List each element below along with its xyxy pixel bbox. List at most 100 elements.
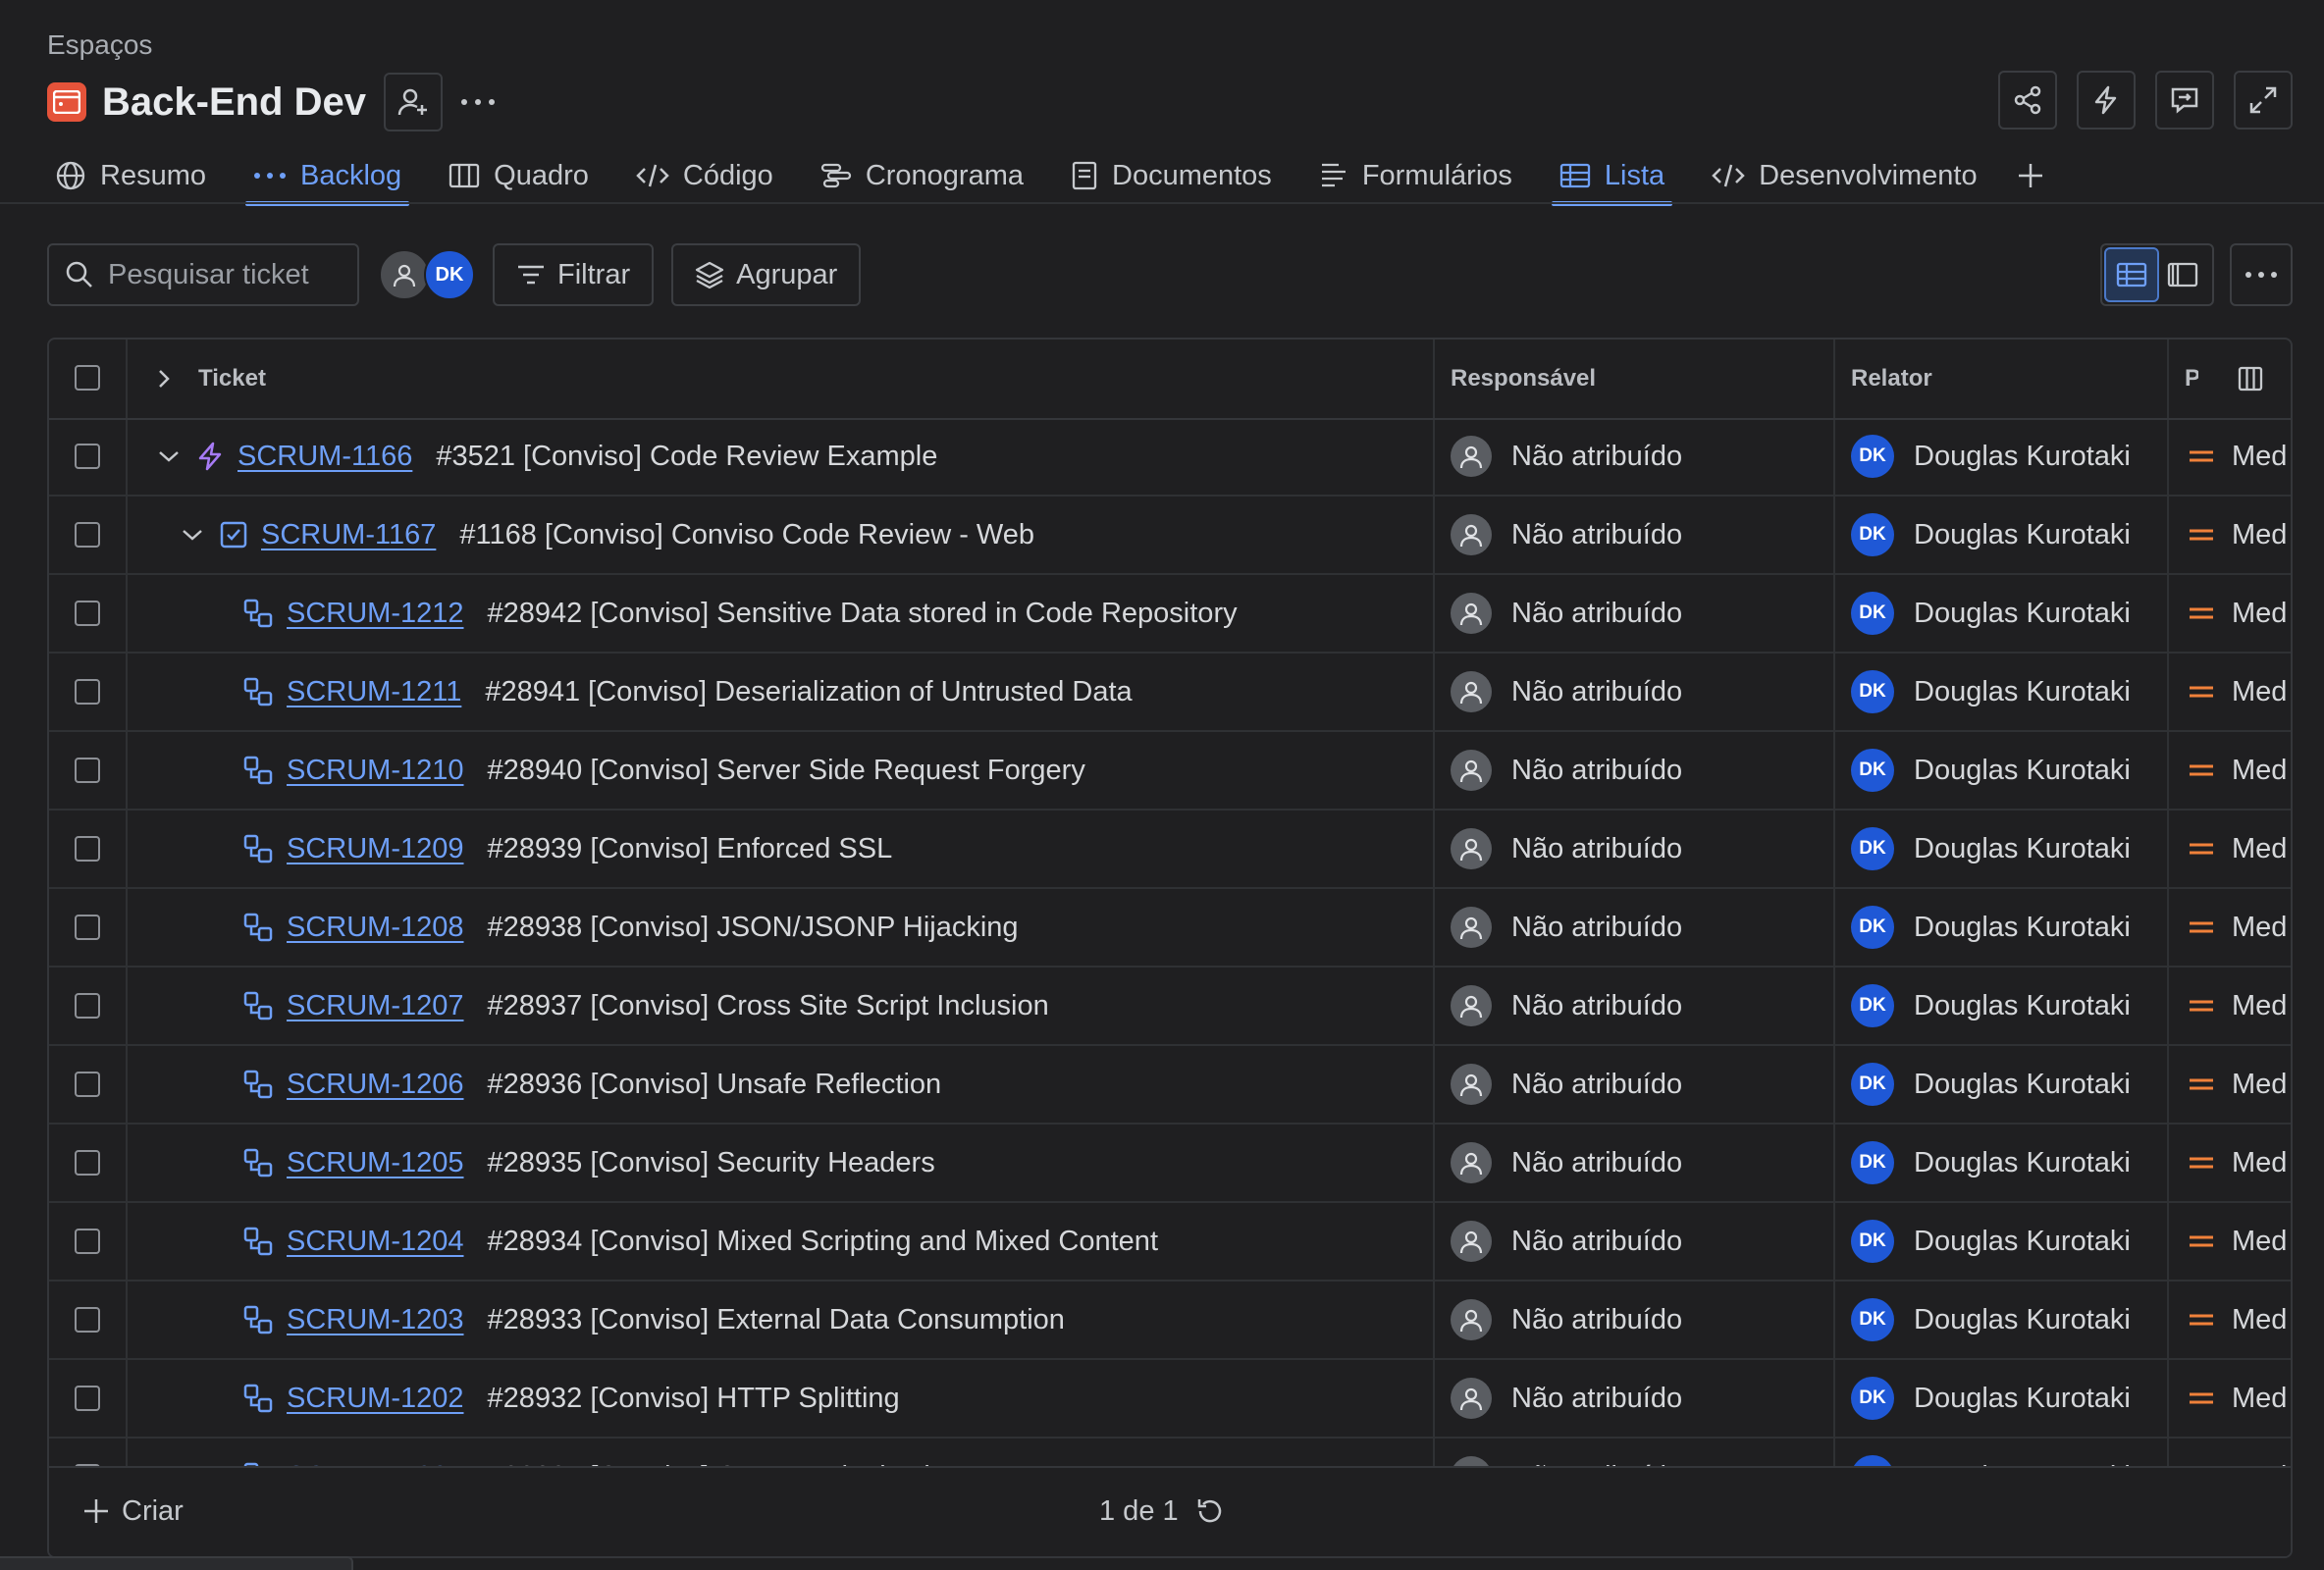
tab-cronograma[interactable]: Cronograma <box>813 147 1031 204</box>
priority-cell[interactable]: Med <box>2189 497 2287 573</box>
column-header-priority[interactable]: P <box>2185 340 2198 418</box>
row-checkbox[interactable] <box>75 915 100 940</box>
select-all-checkbox[interactable] <box>75 365 100 391</box>
row-checkbox[interactable] <box>75 601 100 626</box>
priority-cell[interactable]: Med <box>2189 418 2287 495</box>
row-checkbox[interactable] <box>75 758 100 783</box>
more-options-button[interactable] <box>449 73 507 131</box>
ticket-key-link[interactable]: SCRUM-1205 <box>287 1147 464 1179</box>
ticket-summary[interactable]: #28936 [Conviso] Unsafe Reflection <box>488 1069 942 1101</box>
row-checkbox[interactable] <box>75 1386 100 1411</box>
table-row[interactable]: SCRUM-1208 #28938 [Conviso] JSON/JSONP Hi… <box>49 889 2291 968</box>
ticket-key-link[interactable]: SCRUM-1211 <box>287 676 461 708</box>
ticket-summary[interactable]: #28942 [Conviso] Sensitive Data stored i… <box>488 598 1238 630</box>
column-header-ticket[interactable]: Ticket <box>198 340 266 418</box>
fullscreen-button[interactable] <box>2234 71 2293 130</box>
assignee-cell[interactable]: Não atribuído <box>1451 811 1682 887</box>
reporter-cell[interactable]: DK Douglas Kurotaki <box>1851 1125 2131 1201</box>
priority-cell[interactable]: Med <box>2189 654 2287 730</box>
table-row[interactable]: SCRUM-1206 #28936 [Conviso] Unsafe Reflec… <box>49 1046 2291 1125</box>
table-row[interactable]: SCRUM-1211 #28941 [Conviso] Deserializati… <box>49 654 2291 732</box>
avatar[interactable]: DK <box>424 249 475 300</box>
ticket-summary[interactable]: #28938 [Conviso] JSON/JSONP Hijacking <box>488 912 1019 944</box>
assignee-cell[interactable]: Não atribuído <box>1451 1046 1682 1123</box>
tab-formularios[interactable]: Formulários <box>1311 147 1520 204</box>
priority-cell[interactable]: Med <box>2189 1203 2287 1280</box>
view-more-button[interactable] <box>2230 243 2293 306</box>
reporter-cell[interactable]: DK Douglas Kurotaki <box>1851 811 2131 887</box>
create-button[interactable]: Criar <box>82 1468 184 1554</box>
assignee-cell[interactable]: Não atribuído <box>1451 968 1682 1044</box>
column-header-reporter[interactable]: Relator <box>1851 340 1932 418</box>
ticket-summary[interactable]: #28934 [Conviso] Mixed Scripting and Mix… <box>488 1226 1159 1258</box>
list-view-button[interactable] <box>2104 247 2159 302</box>
reporter-cell[interactable]: DK Douglas Kurotaki <box>1851 418 2131 495</box>
reporter-cell[interactable]: DK Douglas Kurotaki <box>1851 968 2131 1044</box>
row-checkbox[interactable] <box>75 679 100 705</box>
ticket-key-link[interactable]: SCRUM-1210 <box>287 755 464 787</box>
table-row[interactable]: SCRUM-1209 #28939 [Conviso] Enforced SSL N… <box>49 811 2291 889</box>
reporter-cell[interactable]: DK Douglas Kurotaki <box>1851 1046 2131 1123</box>
expand-toggle[interactable] <box>181 497 204 573</box>
reporter-cell[interactable]: DK Douglas Kurotaki <box>1851 889 2131 966</box>
reporter-cell[interactable]: DK Douglas Kurotaki <box>1851 1282 2131 1358</box>
reporter-cell[interactable]: DK Douglas Kurotaki <box>1851 1203 2131 1280</box>
ticket-summary[interactable]: #3521 [Conviso] Code Review Example <box>436 441 937 473</box>
table-row[interactable]: SCRUM-1204 #28934 [Conviso] Mixed Scripti… <box>49 1203 2291 1282</box>
filter-button[interactable]: Filtrar <box>493 243 655 306</box>
group-button[interactable]: Agrupar <box>671 243 862 306</box>
table-row[interactable]: SCRUM-1203 #28933 [Conviso] External Data… <box>49 1282 2291 1360</box>
ticket-key-link[interactable]: SCRUM-1206 <box>287 1069 464 1101</box>
add-tab-button[interactable] <box>2017 147 2044 204</box>
table-row[interactable]: SCRUM-1166 #3521 [Conviso] Code Review Ex… <box>49 418 2291 497</box>
ticket-summary[interactable]: #28939 [Conviso] Enforced SSL <box>488 833 893 865</box>
unassigned-avatar[interactable] <box>379 249 430 300</box>
ticket-key-link[interactable]: SCRUM-1167 <box>261 519 436 551</box>
assignee-cell[interactable]: Não atribuído <box>1451 575 1682 652</box>
reporter-cell[interactable]: DK Douglas Kurotaki <box>1851 575 2131 652</box>
ticket-key-link[interactable]: SCRUM-1209 <box>287 833 464 865</box>
assignee-cell[interactable]: Não atribuído <box>1451 418 1682 495</box>
ticket-key-link[interactable]: SCRUM-1212 <box>287 598 464 630</box>
automation-button[interactable] <box>2077 71 2136 130</box>
expand-toggle[interactable] <box>157 418 181 495</box>
priority-cell[interactable]: Med <box>2189 575 2287 652</box>
column-header-assignee[interactable]: Responsável <box>1451 340 1596 418</box>
assignee-cell[interactable]: Não atribuído <box>1451 654 1682 730</box>
tab-quadro[interactable]: Quadro <box>441 147 597 204</box>
add-member-button[interactable] <box>383 73 443 131</box>
row-checkbox[interactable] <box>75 1072 100 1097</box>
reporter-cell[interactable]: DK Douglas Kurotaki <box>1851 497 2131 573</box>
tab-codigo[interactable]: Código <box>628 147 781 204</box>
row-checkbox[interactable] <box>75 522 100 548</box>
row-checkbox[interactable] <box>75 993 100 1019</box>
ticket-summary[interactable]: #28935 [Conviso] Security Headers <box>488 1147 935 1179</box>
share-button[interactable] <box>1998 71 2057 130</box>
tab-backlog[interactable]: Backlog <box>245 147 410 206</box>
row-checkbox[interactable] <box>75 1307 100 1333</box>
assignee-cell[interactable]: Não atribuído <box>1451 889 1682 966</box>
priority-cell[interactable]: Med <box>2189 1360 2287 1437</box>
reporter-cell[interactable]: DK Douglas Kurotaki <box>1851 732 2131 809</box>
assignee-cell[interactable]: Não atribuído <box>1451 1282 1682 1358</box>
reporter-cell[interactable]: DK Douglas Kurotaki <box>1851 654 2131 730</box>
priority-cell[interactable]: Med <box>2189 811 2287 887</box>
ticket-key-link[interactable]: SCRUM-1208 <box>287 912 464 944</box>
priority-cell[interactable]: Med <box>2189 1125 2287 1201</box>
table-row[interactable]: SCRUM-1207 #28937 [Conviso] Cross Site Sc… <box>49 968 2291 1046</box>
ticket-key-link[interactable]: SCRUM-1202 <box>287 1383 464 1415</box>
ticket-summary[interactable]: #28932 [Conviso] HTTP Splitting <box>488 1383 900 1415</box>
priority-cell[interactable]: Med <box>2189 1282 2287 1358</box>
ticket-key-link[interactable]: SCRUM-1207 <box>287 990 464 1022</box>
assignee-cell[interactable]: Não atribuído <box>1451 1125 1682 1201</box>
assignee-cell[interactable]: Não atribuído <box>1451 1360 1682 1437</box>
feedback-button[interactable] <box>2155 71 2214 130</box>
ticket-summary[interactable]: #28941 [Conviso] Deserialization of Untr… <box>485 676 1132 708</box>
table-row[interactable]: SCRUM-1212 #28942 [Conviso] Sensitive Dat… <box>49 575 2291 654</box>
tab-documentos[interactable]: Documentos <box>1063 147 1280 204</box>
priority-cell[interactable]: Med <box>2189 732 2287 809</box>
column-settings-button[interactable] <box>2238 340 2263 418</box>
priority-cell[interactable]: Med <box>2189 1046 2287 1123</box>
ticket-summary[interactable]: #1168 [Conviso] Conviso Code Review - We… <box>459 519 1034 551</box>
row-checkbox[interactable] <box>75 836 100 862</box>
